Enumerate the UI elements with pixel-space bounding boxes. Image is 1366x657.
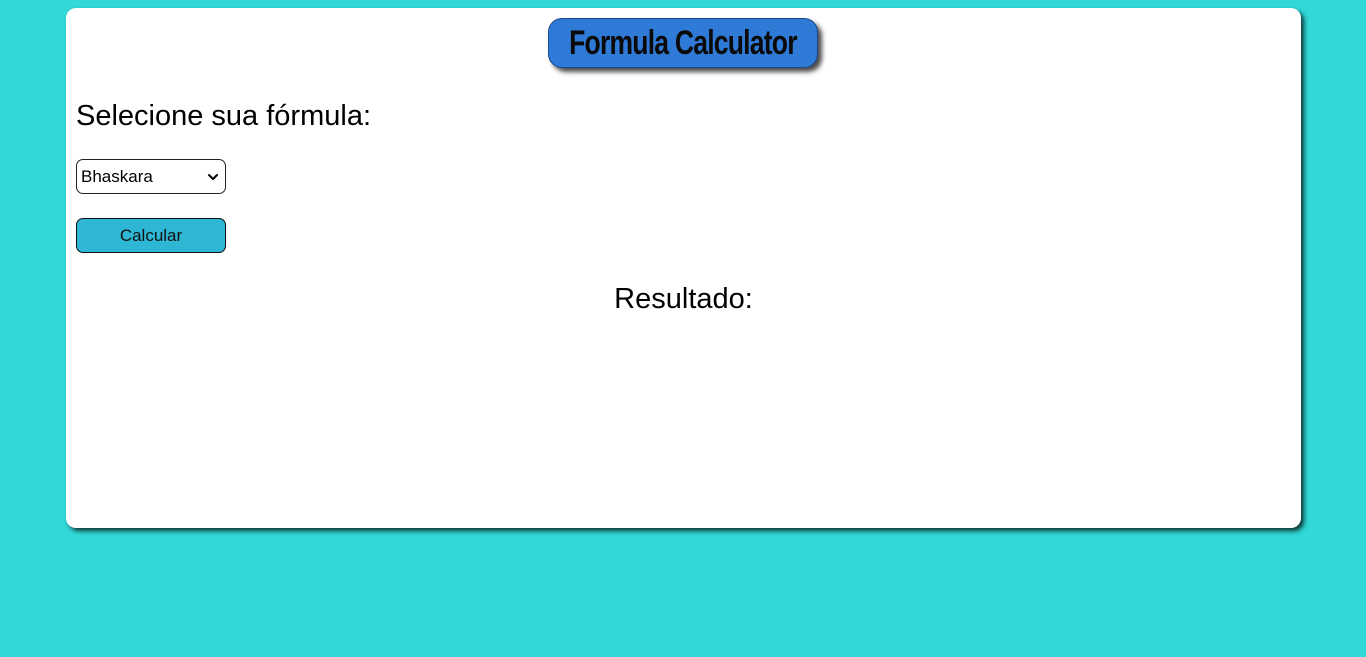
chevron-down-icon (208, 173, 218, 180)
formula-select-value: Bhaskara (81, 166, 153, 186)
calculate-button[interactable]: Calcular (76, 218, 226, 253)
formula-select[interactable]: Bhaskara (76, 159, 226, 194)
select-formula-heading: Selecione sua fórmula: (76, 100, 371, 132)
result-heading: Resultado: (614, 283, 753, 315)
title-badge: Formula Calculator (548, 18, 818, 68)
page-title: Formula Calculator (569, 23, 797, 62)
calculator-card: Formula Calculator Selecione sua fórmula… (66, 8, 1301, 528)
